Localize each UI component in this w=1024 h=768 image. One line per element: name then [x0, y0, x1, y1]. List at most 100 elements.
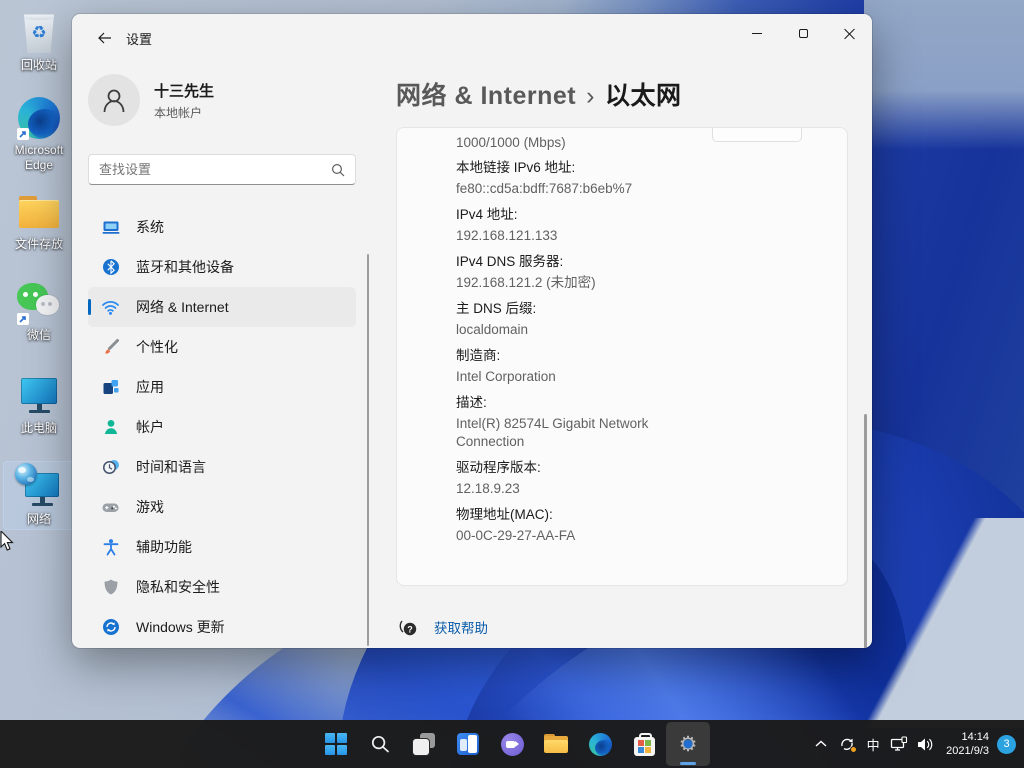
gear-icon: ⚙ — [679, 734, 698, 755]
desktop-icon-this-pc[interactable]: 此电脑 — [4, 373, 74, 436]
desktop-icon-label: 此电脑 — [21, 421, 57, 436]
search-input[interactable] — [99, 162, 331, 177]
sidebar-item-network-internet[interactable]: 网络 & Internet — [88, 287, 356, 327]
breadcrumb-parent[interactable]: 网络 & Internet — [396, 82, 576, 110]
main-scrollbar[interactable] — [864, 414, 867, 648]
task-view-button[interactable] — [402, 722, 446, 766]
titlebar[interactable]: 设置 — [72, 14, 872, 62]
folder-icon — [19, 196, 59, 228]
property-label: 描述: — [456, 390, 817, 415]
sidebar-item-accounts[interactable]: 帐户 — [88, 407, 356, 447]
close-icon — [844, 28, 855, 39]
sidebar-item-label: 应用 — [136, 377, 164, 397]
sidebar-item-label: 系统 — [136, 217, 164, 237]
minimize-button[interactable] — [734, 14, 780, 52]
search-icon — [331, 163, 345, 177]
start-button[interactable] — [314, 722, 358, 766]
copy-button-partial[interactable] — [712, 128, 802, 142]
notification-badge[interactable]: 3 — [997, 735, 1016, 754]
edge-icon — [589, 733, 612, 756]
sidebar-item-gaming[interactable]: 游戏 — [88, 487, 356, 527]
sidebar-item-time-language[interactable]: 时间和语言 — [88, 447, 356, 487]
breadcrumb: 网络 & Internet › 以太网 — [396, 76, 872, 112]
tray-update-icon[interactable] — [834, 730, 860, 758]
desktop-icon-files[interactable]: 文件存放 — [4, 189, 74, 252]
minimize-icon — [752, 33, 762, 34]
settings-search[interactable] — [88, 154, 356, 185]
clock-globe-icon — [101, 458, 120, 477]
sidebar-item-privacy-security[interactable]: 隐私和安全性 — [88, 567, 356, 607]
edge-button[interactable] — [578, 722, 622, 766]
property-label: 制造商: — [456, 343, 817, 368]
back-button[interactable] — [88, 22, 120, 54]
property-value: localdomain — [456, 321, 668, 339]
ethernet-properties-card: 1000/1000 (Mbps) 本地链接 IPv6 地址: fe80::cd5… — [396, 127, 848, 586]
breadcrumb-current: 以太网 — [605, 82, 682, 110]
task-view-icon — [413, 733, 435, 755]
property-row: 主 DNS 后缀: localdomain — [456, 296, 817, 339]
settings-taskbar-button[interactable]: ⚙ — [666, 722, 710, 766]
store-button[interactable] — [622, 722, 666, 766]
apps-icon — [101, 378, 120, 397]
account-name: 十三先生 — [154, 80, 214, 101]
property-row: 制造商: Intel Corporation — [456, 343, 817, 386]
widgets-button[interactable] — [446, 722, 490, 766]
system-tray: 中 14:14 2021/9/3 3 — [808, 720, 1018, 768]
sidebar-item-windows-update[interactable]: Windows 更新 — [88, 607, 356, 647]
close-button[interactable] — [826, 14, 872, 52]
sidebar-item-bluetooth-devices[interactable]: 蓝牙和其他设备 — [88, 247, 356, 287]
property-label: 物理地址(MAC): — [456, 502, 817, 527]
system-icon — [101, 218, 120, 237]
tray-ime-indicator[interactable]: 中 — [860, 735, 886, 754]
recycle-bin-icon: ♻ — [22, 13, 56, 53]
desktop-icon-recycle-bin[interactable]: ♻ 回收站 — [4, 10, 74, 73]
property-label: IPv4 DNS 服务器: — [456, 249, 817, 274]
get-help-icon: ? — [398, 617, 418, 637]
sidebar-item-personalization[interactable]: 个性化 — [88, 327, 356, 367]
mouse-cursor — [0, 531, 17, 558]
shield-icon — [101, 578, 120, 597]
tray-time: 14:14 — [946, 730, 989, 744]
tray-chevron-up-icon[interactable] — [808, 730, 834, 758]
get-help-row[interactable]: ? 获取帮助 — [398, 617, 872, 637]
desktop-icon-wechat[interactable]: 微信 — [4, 280, 74, 343]
sidebar-item-label: 隐私和安全性 — [136, 577, 220, 597]
property-value: 192.168.121.133 — [456, 227, 668, 245]
tray-network-icon[interactable] — [886, 730, 912, 758]
desktop-icon-edge[interactable]: Microsoft Edge — [4, 95, 74, 173]
desktop: ♻ 回收站 Microsoft Edge 文件存放 微信 — [0, 0, 1024, 768]
tray-clock[interactable]: 14:14 2021/9/3 — [946, 730, 989, 758]
store-icon — [634, 737, 655, 756]
settings-main: 网络 & Internet › 以太网 1000/1000 (Mbps) 本地链接 … — [396, 62, 872, 648]
get-help-link[interactable]: 获取帮助 — [434, 617, 488, 637]
update-badge-dot — [850, 746, 857, 753]
property-label: 驱动程序版本: — [456, 455, 817, 480]
sidebar-item-label: 游戏 — [136, 497, 164, 517]
sidebar-item-label: 个性化 — [136, 337, 178, 357]
sidebar-scrollbar[interactable] — [367, 254, 369, 646]
accounts-icon — [101, 418, 120, 437]
desktop-icon-label: Microsoft Edge — [4, 143, 74, 173]
maximize-button[interactable] — [780, 14, 826, 52]
sidebar-item-apps[interactable]: 应用 — [88, 367, 356, 407]
avatar — [88, 74, 140, 126]
chat-icon — [501, 733, 524, 756]
taskbar-search-button[interactable] — [358, 722, 402, 766]
sidebar-item-accessibility[interactable]: 辅助功能 — [88, 527, 356, 567]
desktop-icon-network[interactable]: 网络 — [4, 462, 74, 529]
property-row: 驱动程序版本: 12.18.9.23 — [456, 455, 817, 498]
property-label: 本地链接 IPv6 地址: — [456, 155, 817, 180]
account-type: 本地帐户 — [154, 104, 214, 121]
account-header[interactable]: 十三先生 本地帐户 — [88, 74, 372, 126]
tray-volume-icon[interactable] — [912, 730, 938, 758]
sidebar-item-system[interactable]: 系统 — [88, 207, 356, 247]
tray-date: 2021/9/3 — [946, 744, 989, 758]
property-row: IPv4 地址: 192.168.121.133 — [456, 202, 817, 245]
network-icon — [17, 467, 61, 507]
widgets-icon — [457, 733, 479, 755]
chat-button[interactable] — [490, 722, 534, 766]
file-explorer-button[interactable] — [534, 722, 578, 766]
property-row: 本地链接 IPv6 地址: fe80::cd5a:bdff:7687:b6eb%… — [456, 155, 817, 198]
breadcrumb-separator-icon: › — [586, 82, 595, 110]
sidebar-nav: 系统 蓝牙和其他设备 — [88, 207, 356, 647]
